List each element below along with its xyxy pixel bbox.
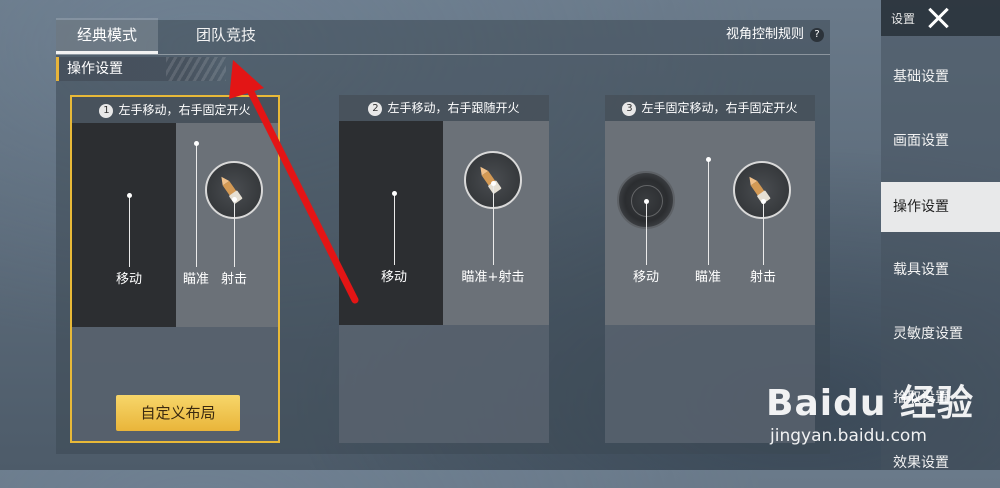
card-2-title: 左手移动，右手跟随开火 [387, 101, 520, 115]
card-3-title: 左手固定移动，右手固定开火 [641, 101, 798, 115]
card-2-header: 2 左手移动，右手跟随开火 [339, 95, 549, 121]
move-guide-line [394, 193, 395, 265]
sidebar-item-sensitivity[interactable]: 灵敏度设置 [881, 309, 1000, 359]
bullet-icon [476, 164, 502, 195]
shoot-guide-line [763, 201, 764, 265]
section-title-label: 操作设置 [67, 61, 123, 77]
sidebar-item-vehicle[interactable]: 载具设置 [881, 245, 1000, 295]
move-zone: 移动 [72, 123, 176, 327]
watermark-url: jingyan.baidu.com [770, 426, 927, 446]
sidebar-header: 设置 [881, 0, 1000, 36]
card-1-number: 1 [99, 103, 114, 118]
section-decoration [166, 57, 226, 81]
aim-shoot-label: 瞄准+射击 [461, 270, 525, 285]
bullet-icon [745, 174, 771, 205]
move-label: 移动 [380, 270, 408, 285]
card-3-header: 3 左手固定移动，右手固定开火 [605, 95, 815, 121]
card-3-preview: 移动 瞄准 射击 [605, 121, 815, 325]
mode-tabs: 经典模式 团队竞技 视角控制规则 ? [56, 18, 830, 55]
aim-label: 瞄准 [182, 272, 210, 287]
fire-button-icon [733, 161, 791, 219]
close-icon[interactable] [925, 4, 951, 32]
aim-shoot-guide-line [493, 183, 494, 265]
control-scheme-card-2[interactable]: 2 左手移动，右手跟随开火 移动 瞄准+射击 [339, 95, 549, 443]
aim-guide-line [708, 159, 709, 265]
bullet-icon [217, 174, 243, 205]
aim-point [194, 141, 199, 146]
sidebar-item-graphics[interactable]: 画面设置 [881, 116, 1000, 166]
control-scheme-card-1[interactable]: 1 左手移动，右手固定开火 移动 瞄准 射击 自定义布局 [70, 95, 280, 443]
card-3-number: 3 [622, 101, 637, 116]
view-control-rules-label: 视角控制规则 [725, 27, 804, 42]
shoot-guide-line [234, 199, 235, 267]
tab-classic-mode[interactable]: 经典模式 [56, 18, 158, 54]
aim-guide-line [196, 143, 197, 267]
move-point [127, 193, 132, 198]
watermark-main: Baidu 经验 [766, 383, 975, 424]
move-guide-line [646, 201, 647, 265]
baidu-watermark: Baidu 经验 jingyan.baidu.com [760, 360, 990, 460]
shoot-label: 射击 [749, 270, 777, 285]
sidebar-item-basic[interactable]: 基础设置 [881, 52, 1000, 102]
move-label: 移动 [632, 270, 660, 285]
tab-team-deathmatch[interactable]: 团队竞技 [176, 18, 276, 52]
move-zone: 移动 [339, 121, 443, 325]
card-1-header: 1 左手移动，右手固定开火 [72, 97, 278, 123]
move-guide-line [129, 195, 130, 267]
card-2-number: 2 [368, 101, 383, 116]
shoot-point [232, 197, 237, 202]
sidebar-item-controls[interactable]: 操作设置 [881, 182, 1000, 232]
help-icon[interactable]: ? [810, 28, 824, 42]
aim-label: 瞄准 [694, 270, 722, 285]
custom-layout-button[interactable]: 自定义布局 [116, 395, 240, 431]
card-1-preview: 移动 瞄准 射击 [72, 123, 278, 327]
view-control-rules-link[interactable]: 视角控制规则 ? [726, 18, 824, 52]
section-title: 操作设置 [56, 57, 226, 81]
move-point [644, 199, 649, 204]
move-label: 移动 [115, 272, 143, 287]
move-point [392, 191, 397, 196]
shoot-label: 射击 [220, 272, 248, 287]
card-1-title: 左手移动，右手固定开火 [118, 103, 251, 117]
card-2-preview: 移动 瞄准+射击 [339, 121, 549, 325]
aim-point [706, 157, 711, 162]
aim-shoot-point [491, 181, 496, 186]
shoot-point [761, 199, 766, 204]
sidebar-title: 设置 [891, 12, 916, 26]
